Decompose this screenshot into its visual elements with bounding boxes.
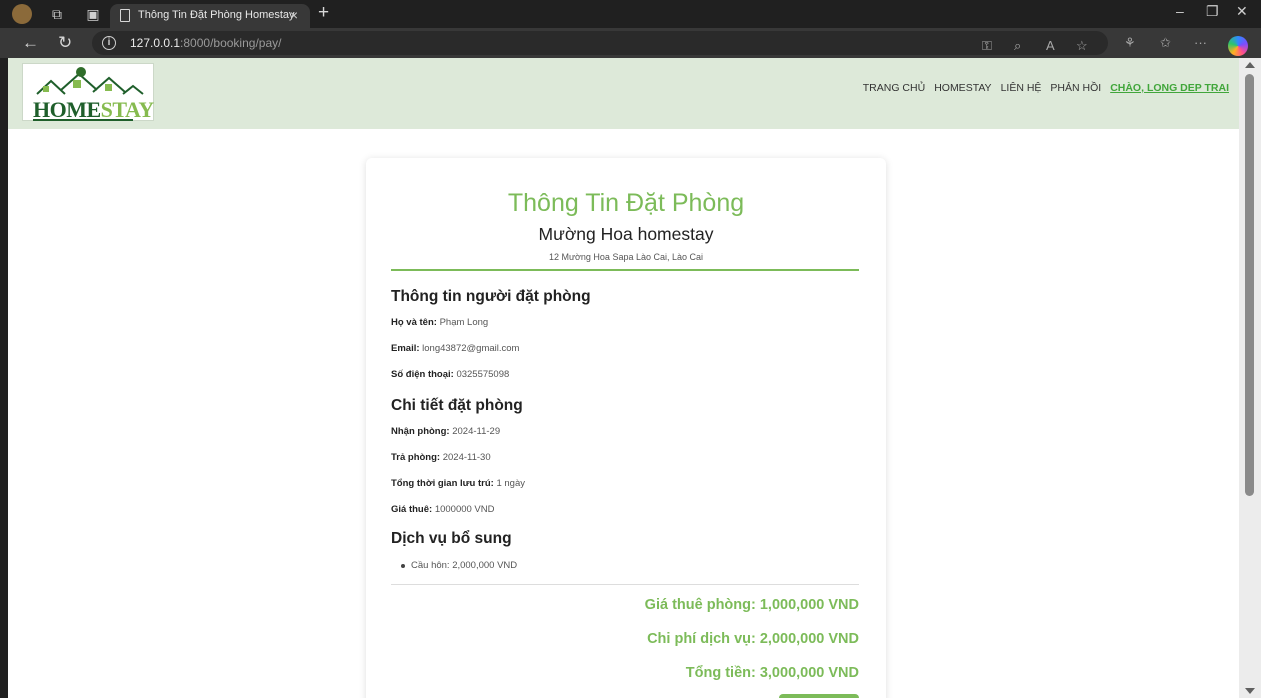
guest-section-title: Thông tin người đặt phòng [391, 288, 591, 305]
profile-avatar[interactable] [12, 4, 32, 24]
zoom-icon[interactable]: ⌕ [1014, 38, 1021, 54]
browser-tab[interactable]: Thông Tin Đặt Phòng Homestay × [110, 4, 310, 28]
tab-actions-icon[interactable]: ▣ [84, 5, 102, 23]
checkin-date: Nhận phòng: 2024-11-29 [391, 426, 501, 437]
refresh-icon[interactable]: ↻ [58, 33, 72, 53]
nav-homestay[interactable]: HOMESTAY [934, 82, 991, 94]
homestay-address: 12 Mường Hoa Sapa Lào Cai, Lào Cai [548, 252, 704, 262]
favorite-star-icon[interactable]: ☆ [1076, 38, 1088, 54]
logo-underline [33, 119, 133, 121]
page-icon [120, 9, 130, 22]
service-item: Cầu hôn: 2,000,000 VND [411, 560, 518, 571]
services-section-title: Dịch vụ bổ sung [391, 530, 512, 547]
stay-duration: Tổng thời gian lưu trú: 1 ngày [391, 478, 525, 489]
scroll-up-icon[interactable] [1245, 62, 1255, 68]
page-scrollbar[interactable] [1239, 58, 1261, 698]
nav-feedback[interactable]: PHẢN HỒI [1050, 82, 1101, 94]
homestay-name: Mường Hoa homestay [538, 224, 714, 244]
guest-phone: Số điện thoại: 0325575098 [391, 369, 510, 380]
site-header: HOMESTAY TRANG CHỦ HOMESTAY LIÊN HỆ PHẢN… [8, 58, 1239, 129]
workspaces-icon[interactable]: ⧉ [48, 5, 66, 23]
user-greeting-link[interactable]: CHÀO, LONG DEP TRAI [1110, 82, 1229, 94]
summary-divider [391, 584, 859, 585]
close-tab-icon[interactable]: × [290, 7, 298, 23]
favorites-icon[interactable]: ✩ [1160, 35, 1171, 51]
address-bar[interactable]: i 127.0.0.1:8000/booking/pay/ ⚿ ⌕ A ☆ [92, 31, 1108, 55]
detail-section-title: Chi tiết đặt phòng [391, 397, 523, 414]
checkout-date: Trả phòng: 2024-11-30 [391, 452, 491, 463]
scroll-down-icon[interactable] [1245, 688, 1255, 694]
minimize-icon[interactable]: – [1176, 3, 1184, 19]
title-divider [391, 269, 859, 271]
guest-email: Email: long43872@gmail.com [391, 343, 520, 354]
scroll-thumb[interactable] [1245, 74, 1254, 496]
extensions-icon[interactable]: ⚘ [1124, 35, 1136, 51]
copilot-icon[interactable] [1228, 36, 1248, 56]
grand-total: Tổng tiền: 3,000,000 VND [685, 665, 859, 681]
nav-contact[interactable]: LIÊN HỆ [1001, 82, 1042, 94]
homestay-logo[interactable]: HOMESTAY [22, 63, 154, 122]
pay-button[interactable] [779, 694, 859, 698]
booking-card: Thông Tin Đặt Phòng Mường Hoa homestay 1… [366, 158, 886, 698]
window-close-icon[interactable]: ✕ [1236, 3, 1248, 20]
room-total: Giá thuê phòng: 1,000,000 VND [644, 597, 859, 613]
room-price: Giá thuê: 1000000 VND [391, 504, 495, 515]
main-nav: TRANG CHỦ HOMESTAY LIÊN HỆ PHẢN HỒI CHÀO… [863, 82, 1229, 94]
new-tab-button[interactable]: + [318, 3, 329, 23]
list-bullet [401, 564, 405, 568]
nav-home[interactable]: TRANG CHỦ [863, 82, 925, 94]
guest-name: Họ và tên: Phạm Long [391, 317, 489, 328]
page-viewport: HOMESTAY TRANG CHỦ HOMESTAY LIÊN HỆ PHẢN… [8, 58, 1239, 698]
browser-toolbar: ← ↻ i 127.0.0.1:8000/booking/pay/ ⚿ ⌕ A … [0, 28, 1261, 58]
url-text: 127.0.0.1:8000/booking/pay/ [130, 36, 282, 50]
tab-title: Thông Tin Đặt Phòng Homestay [138, 9, 295, 21]
read-aloud-icon[interactable]: A [1046, 38, 1055, 54]
service-total: Chi phí dịch vụ: 2,000,000 VND [647, 631, 859, 647]
back-arrow-icon[interactable]: ← [22, 33, 39, 53]
key-icon[interactable]: ⚿ [982, 38, 992, 54]
browser-titlebar: ⧉ ▣ Thông Tin Đặt Phòng Homestay × + – ❐… [0, 0, 1261, 28]
page-title: Thông Tin Đặt Phòng [507, 189, 745, 217]
more-menu-icon[interactable]: ··· [1194, 35, 1207, 51]
site-info-icon[interactable]: i [102, 36, 116, 50]
restore-icon[interactable]: ❐ [1206, 3, 1219, 20]
